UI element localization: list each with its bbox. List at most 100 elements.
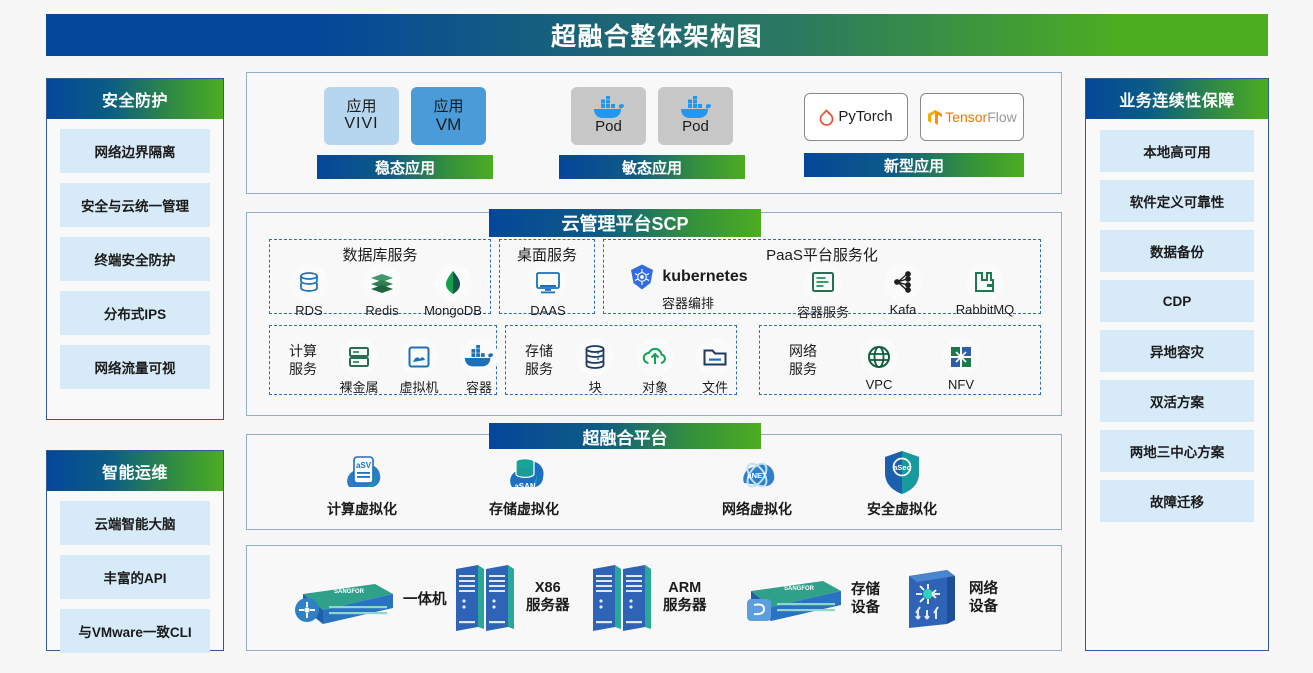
- business-continuity-header: 业务连续性保障: [1086, 79, 1268, 119]
- storage-service-title: 存储 服务: [516, 343, 562, 378]
- sidebar-item-local-ha[interactable]: 本地高可用: [1100, 130, 1254, 172]
- compute-service-title-l1: 计算: [289, 343, 317, 359]
- business-continuity-header-label: 业务连续性保障: [1119, 93, 1235, 110]
- app-tile-vm-blue-bottom: VM: [435, 114, 462, 134]
- sidebar-item-remote-dr[interactable]: 异地容灾: [1100, 330, 1254, 372]
- virtual-machine-icon: [400, 338, 438, 376]
- appliance-icon: SANGFOR: [289, 572, 395, 628]
- service-redis[interactable]: Redis: [346, 264, 418, 318]
- hardware-item-arm[interactable]: ARM 服务器: [589, 561, 707, 633]
- app-tile-pod-2[interactable]: Pod: [658, 87, 733, 145]
- architecture-diagram: 超融合整体架构图 安全防护 网络边界隔离 安全与云统一管理 终端安全防护 分布式…: [0, 0, 1313, 673]
- service-mongodb[interactable]: MongoDB: [418, 264, 488, 318]
- hci-item-compute[interactable]: aSV 计算虚拟化: [307, 453, 417, 519]
- service-block-storage[interactable]: 块: [564, 338, 626, 396]
- globe-icon: [860, 338, 898, 376]
- sidebar-item-cloud-brain[interactable]: 云端智能大脑: [60, 501, 210, 545]
- paas-service-box: PaaS平台服务化 kubernetes 容器编排 容器服务 Kafa Rabb…: [603, 239, 1041, 320]
- aiops-column-header-label: 智能运维: [101, 465, 168, 482]
- service-virtual-machine[interactable]: 虚拟机: [388, 338, 450, 396]
- svg-text:SANGFOR: SANGFOR: [784, 586, 815, 592]
- service-bare-metal[interactable]: 裸金属: [328, 338, 390, 396]
- business-continuity-body: 本地高可用 软件定义可靠性 数据备份 CDP 异地容灾 双活方案 两地三中心方案…: [1086, 119, 1268, 533]
- rack-server-icon: [452, 561, 518, 633]
- service-object-label: 对象: [641, 380, 668, 395]
- service-container[interactable]: 容器服务: [784, 263, 862, 321]
- service-file-label: 文件: [701, 380, 728, 395]
- app-tile-pod-1[interactable]: Pod: [571, 87, 646, 145]
- service-docker-label: 容器: [465, 380, 492, 395]
- hci-item-security-label: 安全虚拟化: [867, 501, 937, 517]
- service-file-storage[interactable]: 文件: [684, 338, 746, 396]
- app-tile-tensorflow[interactable]: TensorFlow: [920, 93, 1024, 141]
- app-tile-vm-light[interactable]: 应用 VIVI: [324, 87, 399, 145]
- sidebar-item-sdr[interactable]: 软件定义可靠性: [1100, 180, 1254, 222]
- sidebar-item-endpoint-security[interactable]: 终端安全防护: [60, 237, 210, 281]
- service-container-label: 容器服务: [796, 305, 849, 320]
- service-rabbitmq[interactable]: RabbitMQ: [939, 263, 1031, 317]
- hardware-item-network-label: 网络 设备: [969, 580, 998, 616]
- mongodb-leaf-icon: [434, 264, 472, 302]
- sidebar-item-traffic-visibility[interactable]: 网络流量可视: [60, 345, 210, 389]
- service-mongodb-label: MongoDB: [424, 303, 482, 318]
- service-daas[interactable]: DAAS: [517, 264, 579, 318]
- database-service-box: 数据库服务 RDS Redis MongoDB: [269, 239, 491, 318]
- aiops-column: 智能运维 云端智能大脑 丰富的API 与VMware一致CLI: [46, 450, 224, 653]
- hardware-storage-l2: 设备: [851, 600, 880, 616]
- sidebar-item-unified-cloud-security[interactable]: 安全与云统一管理: [60, 183, 210, 227]
- app-tile-vm-blue-top: 应用: [433, 97, 464, 115]
- sidebar-item-active-active[interactable]: 双活方案: [1100, 380, 1254, 422]
- rack-server-icon: [589, 561, 655, 633]
- asv-icon: aSV: [339, 453, 385, 495]
- hardware-item-network[interactable]: 网络 设备: [903, 566, 998, 630]
- compute-service-title: 计算 服务: [280, 343, 326, 378]
- hardware-network-l2: 设备: [969, 599, 998, 615]
- app-tile-pytorch[interactable]: PyTorch: [804, 93, 908, 141]
- svg-text:SANGFOR: SANGFOR: [334, 589, 365, 595]
- sidebar-item-network-isolation[interactable]: 网络边界隔离: [60, 129, 210, 173]
- sidebar-item-cdp[interactable]: CDP: [1100, 280, 1254, 322]
- business-continuity-column: 业务连续性保障 本地高可用 软件定义可靠性 数据备份 CDP 异地容灾 双活方案…: [1085, 78, 1269, 651]
- service-docker-container[interactable]: 容器: [448, 338, 510, 396]
- service-nfv[interactable]: NFV: [930, 338, 992, 392]
- app-tile-vm-light-bottom: VIVI: [344, 115, 379, 133]
- app-group-new-tiles: PyTorch TensorFlow: [804, 93, 1024, 141]
- pytorch-logo-icon: [819, 108, 834, 126]
- pytorch-label: PyTorch: [838, 108, 893, 126]
- desktop-service-box: 桌面服务 DAAS: [499, 239, 595, 318]
- hci-item-storage[interactable]: aSAN 存储虚拟化: [469, 453, 579, 519]
- service-kubernetes[interactable]: kubernetes 容器编排: [618, 263, 758, 312]
- hci-item-compute-label: 计算虚拟化: [327, 501, 397, 517]
- paas-service-title: PaaS平台服务化: [766, 247, 878, 264]
- sidebar-item-vmware-cli[interactable]: 与VMware一致CLI: [60, 609, 210, 653]
- service-vpc[interactable]: VPC: [848, 338, 910, 392]
- hardware-item-storage[interactable]: SANGFOR 存储 设备: [737, 571, 880, 627]
- kafka-node-icon: [884, 263, 922, 301]
- service-bare-metal-label: 裸金属: [339, 380, 379, 395]
- storage-service-title-l2: 服务: [525, 360, 553, 377]
- sidebar-item-distributed-ips[interactable]: 分布式IPS: [60, 291, 210, 335]
- page-title-text: 超融合整体架构图: [550, 23, 763, 51]
- block-storage-icon: [576, 338, 614, 376]
- service-object-storage[interactable]: 对象: [624, 338, 686, 396]
- hardware-item-appliance-label: 一体机: [403, 591, 447, 609]
- hci-item-network[interactable]: aNET 网络虚拟化: [702, 453, 812, 519]
- security-column-body: 网络边界隔离 安全与云统一管理 终端安全防护 分布式IPS 网络流量可视: [47, 119, 223, 399]
- rabbitmq-icon: [966, 263, 1004, 301]
- sidebar-item-data-backup[interactable]: 数据备份: [1100, 230, 1254, 272]
- service-kafka[interactable]: Kafa: [872, 263, 934, 317]
- hci-item-network-label: 网络虚拟化: [722, 501, 792, 517]
- nfv-icon: [942, 338, 980, 376]
- hci-item-security[interactable]: aSec 安全虚拟化: [847, 449, 957, 519]
- hardware-item-appliance[interactable]: SANGFOR 一体机: [289, 572, 447, 628]
- sidebar-item-3dc[interactable]: 两地三中心方案: [1100, 430, 1254, 472]
- security-column-header: 安全防护: [47, 79, 223, 119]
- sidebar-item-rich-api[interactable]: 丰富的API: [60, 555, 210, 599]
- svg-text:aSec: aSec: [893, 463, 911, 472]
- service-redis-label: Redis: [365, 303, 399, 318]
- sidebar-item-failover[interactable]: 故障迁移: [1100, 480, 1254, 522]
- hardware-item-x86[interactable]: X86 服务器: [452, 561, 570, 633]
- app-tile-vm-blue[interactable]: 应用 VM: [411, 87, 486, 145]
- service-rds[interactable]: RDS: [278, 264, 340, 318]
- storage-service-box: 存储 服务 块 对象 文件: [505, 325, 737, 395]
